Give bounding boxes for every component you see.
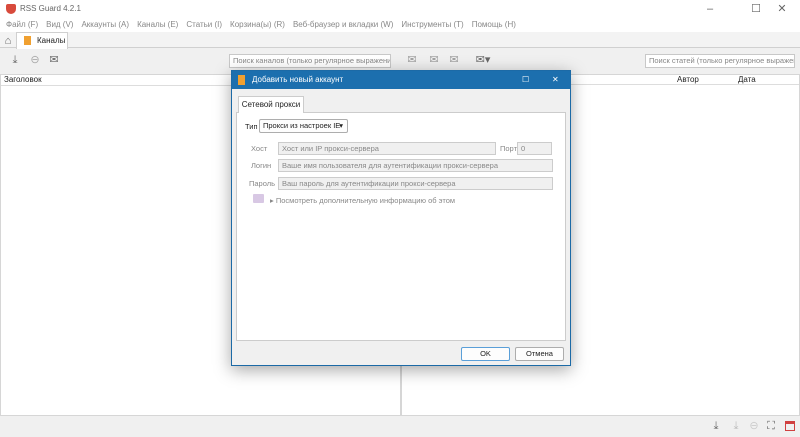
- login-input[interactable]: Ваше имя пользователя для аутентификации…: [278, 159, 553, 172]
- host-input[interactable]: Хост или IP прокси-сервера: [278, 142, 496, 155]
- fullscreen-icon[interactable]: ⛶: [765, 419, 777, 433]
- mail-dropdown-icon[interactable]: ✉▾: [470, 53, 496, 67]
- maximize-button[interactable]: ☐: [746, 2, 766, 16]
- mark-important-icon[interactable]: ✉: [446, 53, 462, 67]
- dialog-title: Добавить новый аккаунт: [252, 75, 344, 84]
- chevron-down-icon: ▾: [339, 121, 343, 130]
- minimize-button[interactable]: –: [700, 2, 720, 16]
- login-label: Логин: [251, 161, 272, 170]
- menu-recycle-bin[interactable]: Корзина(ы) (R): [230, 18, 285, 32]
- menu-accounts[interactable]: Аккаунты (A): [81, 18, 129, 32]
- stop-icon: ⊖: [749, 420, 759, 432]
- close-button[interactable]: ✕: [772, 2, 792, 16]
- tab-feeds-label: Каналы: [37, 36, 66, 45]
- password-label: Пароль: [249, 179, 276, 188]
- port-stepper[interactable]: 0: [517, 142, 552, 155]
- info-link[interactable]: ▸ Посмотреть дополнительную информацию о…: [270, 196, 455, 205]
- mark-read-icon[interactable]: ✉: [404, 53, 420, 67]
- feed-icon: [24, 36, 31, 45]
- close-button[interactable]: ✕: [552, 71, 559, 89]
- column-date[interactable]: Дата: [738, 75, 756, 85]
- tab-feeds[interactable]: Каналы: [16, 32, 68, 49]
- menu-bar: Файл (F) Вид (V) Аккаунты (A) Каналы (E)…: [0, 18, 800, 32]
- articles-search-input[interactable]: Поиск статей (только регулярное выражени…: [645, 54, 795, 68]
- proxy-type-value: Прокси из настроек IE: [263, 121, 341, 130]
- menu-help[interactable]: Помощь (H): [472, 18, 516, 32]
- tab-network-proxy[interactable]: Сетевой прокси: [238, 96, 304, 113]
- menu-view[interactable]: Вид (V): [46, 18, 73, 32]
- tab-bar: [0, 32, 800, 48]
- host-label: Хост: [251, 144, 268, 153]
- title-bar: RSS Guard 4.2.1 – ☐ ✕: [0, 0, 800, 18]
- app-logo-icon: [6, 4, 16, 14]
- cancel-button[interactable]: Отмена: [515, 347, 564, 361]
- feeds-search-input[interactable]: Поиск каналов (только регулярное выражен…: [229, 54, 391, 68]
- menu-feeds[interactable]: Каналы (E): [137, 18, 178, 32]
- menu-file[interactable]: Файл (F): [6, 18, 38, 32]
- download-disabled-icon: ⤓: [733, 420, 739, 432]
- info-icon: [253, 194, 264, 203]
- app-title: RSS Guard 4.2.1: [20, 4, 81, 13]
- type-label: Тип: [245, 122, 258, 131]
- mark-read-icon[interactable]: ✉: [46, 53, 62, 67]
- calendar-icon[interactable]: [785, 421, 795, 431]
- dialog-title-bar: Добавить новый аккаунт ☐ ✕: [232, 71, 570, 89]
- info-link-text: Посмотреть дополнительную информацию об …: [275, 196, 456, 205]
- add-account-dialog: Добавить новый аккаунт ☐ ✕ Сетевой прокс…: [231, 70, 571, 366]
- mark-unread-icon[interactable]: ✉: [426, 53, 442, 67]
- menu-web-browser[interactable]: Веб-браузер и вкладки (W): [293, 18, 393, 32]
- stop-icon[interactable]: ⊖: [28, 53, 42, 67]
- download-icon[interactable]: ⤓: [8, 53, 22, 67]
- maximize-button[interactable]: ☐: [522, 71, 529, 89]
- menu-articles[interactable]: Статьи (I): [186, 18, 222, 32]
- column-author[interactable]: Автор: [677, 75, 699, 85]
- menu-tools[interactable]: Инструменты (T): [401, 18, 463, 32]
- home-icon[interactable]: ⌂: [2, 34, 14, 48]
- ok-button[interactable]: OK: [461, 347, 510, 361]
- port-label: Порт: [500, 144, 518, 153]
- proxy-type-select[interactable]: Прокси из настроек IE ▾: [259, 119, 348, 133]
- proxy-panel: Тип Прокси из настроек IE ▾ Хост Хост или…: [236, 112, 566, 341]
- password-input[interactable]: Ваш пароль для аутентификации прокси-сер…: [278, 177, 553, 190]
- download-icon[interactable]: ⤓: [710, 419, 722, 433]
- feed-icon: [238, 75, 245, 85]
